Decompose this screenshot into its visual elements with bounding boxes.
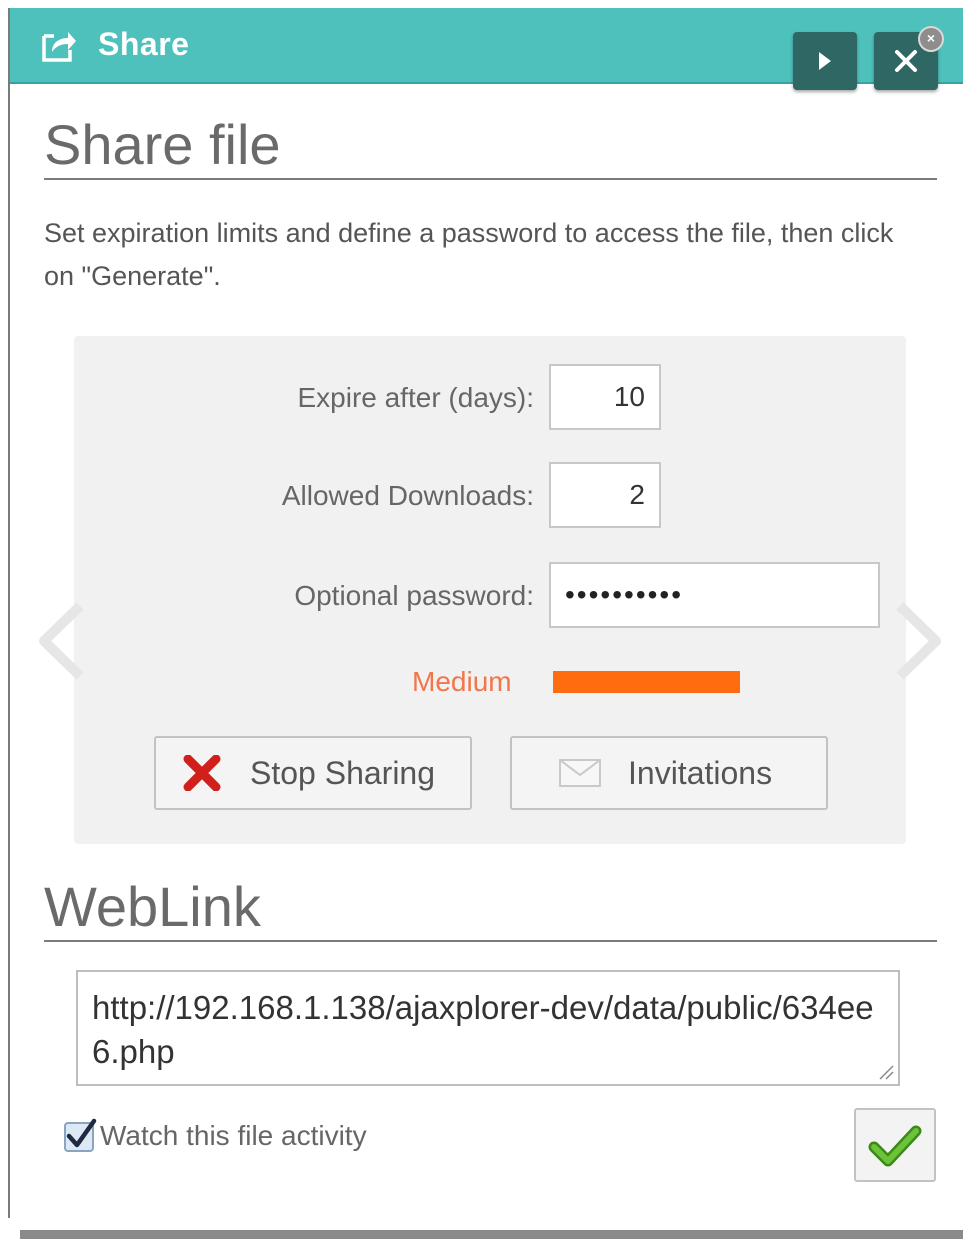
share-file-divider bbox=[44, 178, 937, 180]
stop-sharing-button[interactable]: Stop Sharing bbox=[154, 736, 472, 810]
share-description: Set expiration limits and define a passw… bbox=[44, 218, 894, 291]
expire-days-input[interactable]: 10 bbox=[549, 364, 661, 430]
play-icon bbox=[819, 52, 831, 70]
watch-activity-checkbox[interactable] bbox=[64, 1118, 97, 1152]
password-label: Optional password: bbox=[294, 580, 534, 611]
watch-activity-label: Watch this file activity bbox=[100, 1120, 367, 1151]
resize-grip-icon[interactable] bbox=[876, 1062, 894, 1080]
chevron-right-icon[interactable] bbox=[888, 596, 948, 686]
weblink-url-textarea[interactable]: http://192.168.1.138/ajaxplorer-dev/data… bbox=[76, 970, 900, 1086]
password-value: •••••••••• bbox=[565, 579, 684, 610]
allowed-downloads-input[interactable]: 2 bbox=[549, 462, 661, 528]
share-dialog: Share × Share file Set expiration limits… bbox=[8, 8, 963, 1218]
dialog-title: Share bbox=[98, 26, 190, 62]
envelope-icon bbox=[559, 759, 601, 787]
weblink-url: http://192.168.1.138/ajaxplorer-dev/data… bbox=[92, 989, 874, 1070]
password-input[interactable]: •••••••••• bbox=[549, 562, 880, 628]
share-file-heading: Share file bbox=[44, 113, 281, 176]
play-button[interactable] bbox=[793, 32, 857, 90]
checkmark-icon bbox=[66, 1118, 97, 1148]
stop-sharing-label: Stop Sharing bbox=[250, 754, 436, 791]
share-icon bbox=[42, 32, 76, 62]
red-x-icon bbox=[183, 755, 221, 791]
password-strength-label: Medium bbox=[412, 666, 512, 697]
close-button[interactable]: × bbox=[874, 26, 944, 90]
weblink-divider bbox=[44, 940, 937, 942]
dialog-bottom-shadow bbox=[20, 1230, 963, 1239]
invitations-button[interactable]: Invitations bbox=[510, 736, 828, 810]
invitations-label: Invitations bbox=[628, 754, 773, 791]
close-icon bbox=[895, 50, 917, 72]
dialog-titlebar: Share × bbox=[10, 8, 963, 90]
password-strength-bar bbox=[553, 671, 740, 693]
submit-button[interactable] bbox=[854, 1108, 936, 1182]
expire-label: Expire after (days): bbox=[297, 382, 534, 413]
weblink-heading: WebLink bbox=[44, 875, 261, 938]
downloads-label: Allowed Downloads: bbox=[281, 480, 534, 511]
close-badge-icon: × bbox=[918, 26, 944, 52]
green-check-icon bbox=[868, 1125, 922, 1167]
